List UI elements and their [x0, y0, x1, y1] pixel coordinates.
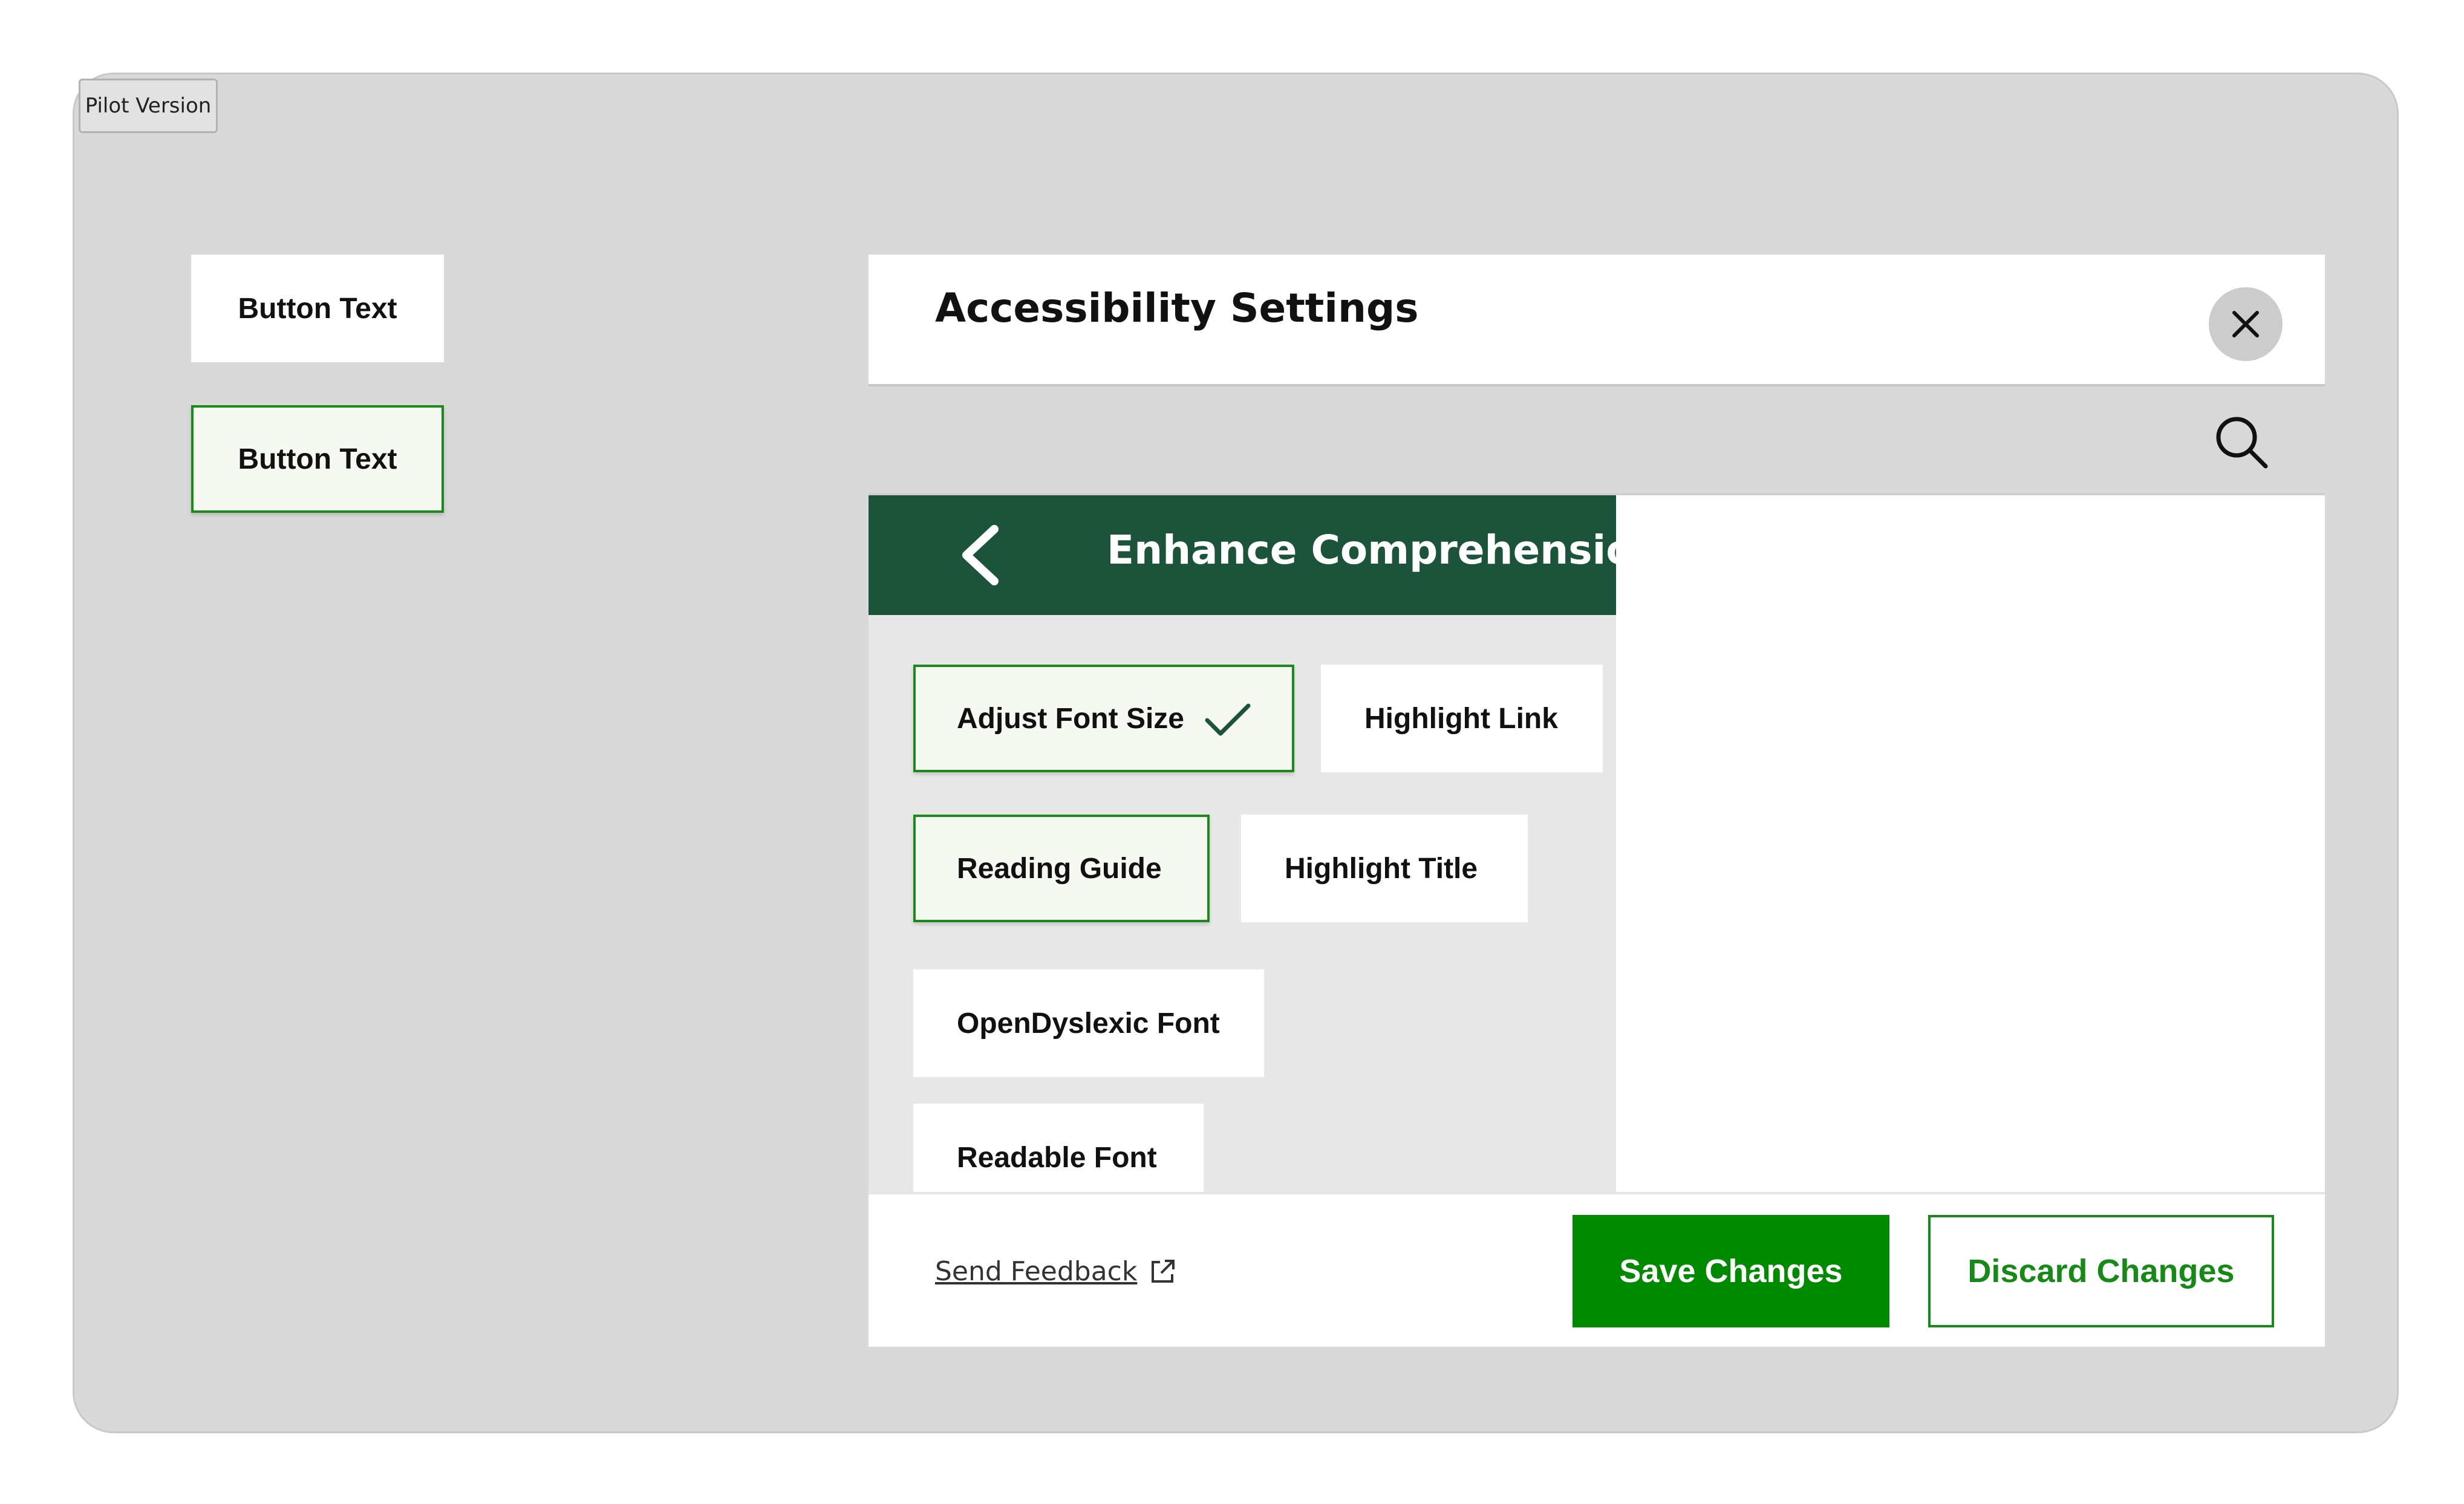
section-title: Enhance Comprehension	[1107, 527, 1662, 573]
option-label: Readable Font	[957, 1141, 1157, 1174]
option-label: Highlight Link	[1364, 702, 1558, 735]
option-reading-guide[interactable]: Reading Guide	[913, 815, 1210, 922]
option-opendyslexic-font[interactable]: OpenDyslexic Font	[913, 969, 1264, 1077]
send-feedback-label: Send Feedback	[935, 1256, 1138, 1287]
option-label: OpenDyslexic Font	[957, 1007, 1220, 1040]
discard-changes-button[interactable]: Discard Changes	[1928, 1215, 2274, 1327]
close-button[interactable]	[2209, 287, 2283, 361]
panel-header: Accessibility Settings	[869, 255, 2325, 386]
panel-title: Accessibility Settings	[935, 285, 1419, 331]
search-bar[interactable]	[869, 386, 2325, 495]
checkmark-icon	[1205, 703, 1251, 736]
option-readable-font[interactable]: Readable Font	[913, 1104, 1204, 1196]
accessibility-settings-panel: Accessibility Settings Enhance Comprehen…	[869, 255, 2325, 1347]
save-changes-button[interactable]: Save Changes	[1573, 1215, 1889, 1327]
demo-button-selected[interactable]: Button Text	[191, 405, 444, 513]
save-changes-label: Save Changes	[1619, 1253, 1843, 1289]
chevron-left-icon[interactable]	[953, 522, 1014, 588]
section-header: Enhance Comprehension	[869, 495, 1662, 615]
demo-button-selected-label: Button Text	[238, 443, 397, 475]
option-adjust-font-size[interactable]: Adjust Font Size	[913, 665, 1294, 772]
pilot-version-label: Pilot Version	[85, 94, 212, 118]
discard-changes-label: Discard Changes	[1967, 1253, 2235, 1289]
option-label: Reading Guide	[957, 852, 1162, 885]
option-highlight-title[interactable]: Highlight Title	[1241, 815, 1528, 922]
demo-button-default-label: Button Text	[238, 292, 397, 325]
option-highlight-link[interactable]: Highlight Link	[1321, 665, 1603, 772]
send-feedback-link[interactable]: Send Feedback	[935, 1256, 1177, 1287]
pilot-version-badge: Pilot Version	[79, 79, 218, 133]
option-label: Adjust Font Size	[957, 702, 1184, 735]
search-icon[interactable]	[2212, 413, 2270, 471]
demo-button-default[interactable]: Button Text	[191, 255, 444, 362]
option-label: Highlight Title	[1285, 852, 1478, 885]
options-grid: Adjust Font Size Highlight Link Reading …	[869, 615, 1616, 1196]
close-icon	[2232, 311, 2259, 337]
panel-footer: Send Feedback Save Changes Discard Chang…	[869, 1192, 2325, 1347]
external-link-icon	[1152, 1259, 1175, 1283]
